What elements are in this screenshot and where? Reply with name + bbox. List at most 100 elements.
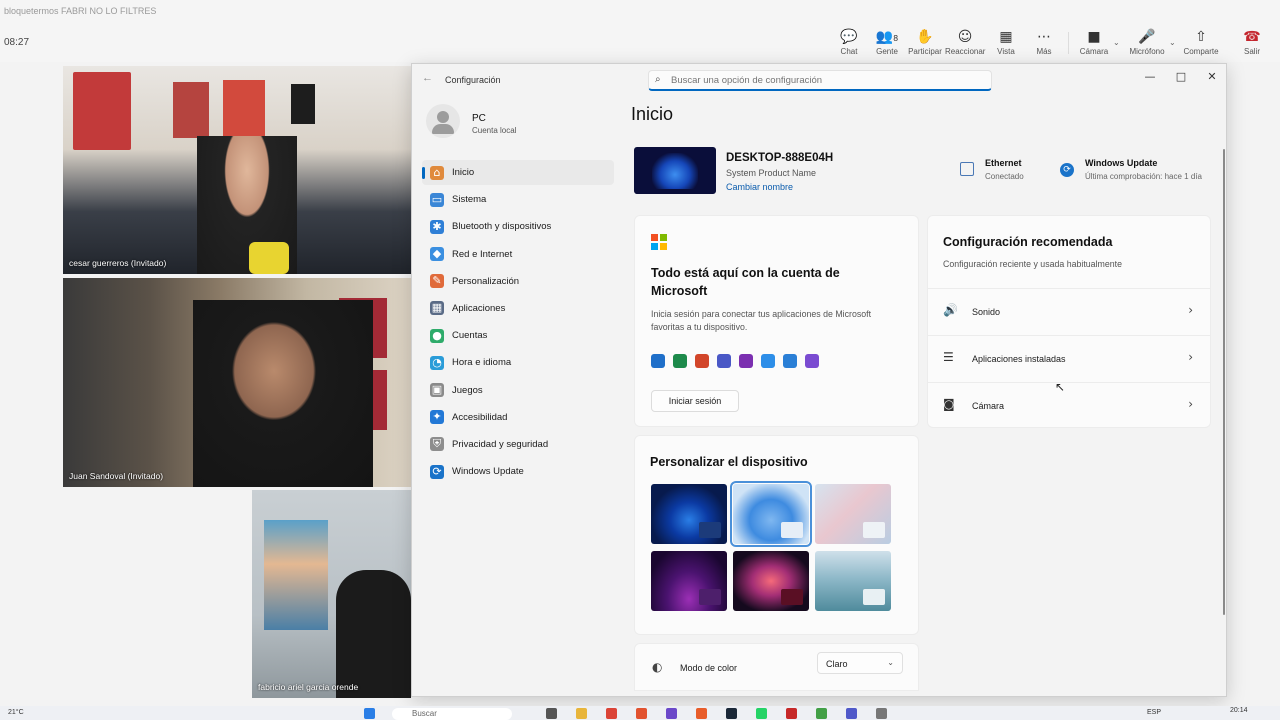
theme-thumbnail-light-bloom[interactable]	[730, 481, 812, 547]
theme-thumbnail-captured-motion[interactable]	[733, 551, 809, 611]
theme-thumbnail-dark-bloom[interactable]	[651, 484, 727, 544]
onenote-icon	[739, 354, 753, 368]
minimize-icon[interactable]: —	[1136, 67, 1164, 87]
react-button[interactable]: ☺ Reaccionar	[945, 28, 985, 60]
settings-gear-icon[interactable]	[876, 708, 887, 719]
recommended-item[interactable]: ☰ Aplicaciones instaladas ›	[928, 335, 1211, 381]
sidebar-item-sistema[interactable]: ▭ Sistema	[422, 187, 614, 212]
poster	[264, 520, 328, 630]
recommended-item[interactable]: 🔊 Sonido ›	[928, 288, 1211, 334]
share-icon: ⇧	[1195, 29, 1207, 45]
microsoft-logo-icon	[651, 234, 667, 250]
sidebar-item-accesibilidad[interactable]: ✦ Accesibilidad	[422, 405, 614, 430]
theme-thumbnail-glow[interactable]	[651, 551, 727, 611]
taskbar: 21°C Buscar ESP 20:14	[0, 706, 1280, 720]
microphone-button[interactable]: 🎤 Micrófono	[1127, 28, 1167, 60]
apps-icon: ▦	[430, 301, 444, 316]
chat-button[interactable]: 💬 Chat	[829, 28, 869, 60]
rename-link[interactable]: Cambiar nombre	[726, 182, 793, 192]
app-icon[interactable]	[666, 708, 677, 719]
taskbar-search[interactable]: Buscar	[392, 708, 512, 720]
clock[interactable]: 20:14	[1230, 707, 1248, 714]
view-button[interactable]: ▦ Vista	[986, 28, 1026, 60]
microsoft-account-card: Todo está aquí con la cuenta de Microsof…	[634, 215, 919, 427]
sidebar-item-aplicaciones[interactable]: ▦ Aplicaciones	[422, 296, 614, 321]
framed-jersey	[223, 80, 265, 144]
steam-icon[interactable]	[726, 708, 737, 719]
sidebar-item-juegos[interactable]: ▣ Juegos	[422, 378, 614, 403]
maximize-icon[interactable]: □	[1167, 67, 1195, 87]
sidebar-item-windows-update[interactable]: ⟳ Windows Update	[422, 459, 614, 484]
microphone-options-chevron-icon[interactable]: ⌄	[1169, 38, 1176, 47]
participant-person	[336, 570, 411, 698]
sidebar-item-cuentas[interactable]: ● Cuentas	[422, 323, 614, 348]
video-tile[interactable]: fabricio ariel garcia orende	[252, 490, 411, 698]
outlook-icon	[651, 354, 665, 368]
weather-widget[interactable]: 21°C	[8, 709, 24, 716]
recommended-item-label: Sonido	[972, 307, 1001, 317]
avatar[interactable]	[426, 104, 460, 138]
toolbar-divider	[1068, 32, 1069, 54]
sidebar-item-label: Privacidad y seguridad	[452, 438, 549, 450]
more-button[interactable]: ⋯ Más	[1024, 28, 1064, 60]
app-icon[interactable]	[816, 708, 827, 719]
device-name: DESKTOP-888E04H	[726, 152, 834, 164]
sidebar-item-bluetooth-y-dispositivos[interactable]: ✱ Bluetooth y dispositivos	[422, 214, 614, 239]
sidebar-item-label: Red e Internet	[452, 248, 513, 260]
video-tile[interactable]: cesar guerreros (Invitado)	[63, 66, 411, 274]
task-view-icon[interactable]	[546, 708, 557, 719]
sidebar-item-hora-e-idioma[interactable]: ◔ Hora e idioma	[422, 350, 614, 375]
color-mode-dropdown[interactable]: Claro ⌄	[817, 652, 903, 674]
share-button[interactable]: ⇧ Comparte	[1181, 28, 1221, 60]
theme-taskbar-preview	[781, 522, 803, 538]
file-explorer-icon[interactable]	[576, 708, 587, 719]
excel-icon	[673, 354, 687, 368]
theme-thumbnail-sunrise[interactable]	[815, 551, 891, 611]
teams-icon[interactable]	[846, 708, 857, 719]
defender-icon	[783, 354, 797, 368]
start-icon[interactable]	[364, 708, 375, 719]
sidebar-item-red-e-internet[interactable]: ◆ Red e Internet	[422, 242, 614, 267]
app-icon[interactable]	[786, 708, 797, 719]
sidebar-item-label: Bluetooth y dispositivos	[452, 221, 552, 233]
camera-icon: ◙	[943, 397, 955, 411]
sidebar-nav: ⌂ Inicio ▭ Sistema ✱ Bluetooth y dispositivos…	[422, 160, 614, 486]
sidebar-item-personalización[interactable]: ✎ Personalización	[422, 269, 614, 294]
brave-icon[interactable]	[636, 708, 647, 719]
search-input[interactable]	[671, 73, 971, 88]
chevron-right-icon: ›	[1188, 303, 1193, 317]
close-icon[interactable]: ✕	[1198, 67, 1226, 87]
sidebar-item-label: Juegos	[452, 384, 483, 396]
title-bar: ← Configuración ⌕ — □ ✕	[412, 64, 1226, 96]
language-indicator[interactable]: ESP	[1147, 709, 1161, 716]
back-arrow-icon[interactable]: ←	[422, 72, 433, 84]
camera-button[interactable]: ■ Cámara	[1074, 28, 1114, 60]
view-grid-icon: ▦	[999, 29, 1013, 45]
theme-thumbnail-flowers[interactable]	[815, 484, 891, 544]
card-subtitle: Configuración reciente y usada habitualm…	[943, 259, 1122, 269]
whatsapp-icon[interactable]	[756, 708, 767, 719]
scrollbar[interactable]	[1223, 149, 1225, 615]
app-icon[interactable]	[696, 708, 707, 719]
card-description: Inicia sesión para conectar tus aplicaci…	[651, 309, 872, 332]
sidebar-item-inicio[interactable]: ⌂ Inicio	[422, 160, 614, 185]
search-icon: ⌕	[655, 74, 661, 85]
theme-taskbar-preview	[699, 522, 721, 538]
video-tile[interactable]: Juan Sandoval (Invitado)	[63, 278, 411, 487]
recommended-item[interactable]: ◙ Cámara ›	[928, 382, 1211, 428]
windows-update-label[interactable]: Windows Update	[1085, 158, 1157, 168]
card-title: Configuración recomendada	[943, 235, 1113, 249]
settings-search-box[interactable]: ⌕	[648, 70, 992, 91]
sidebar-item-label: Accesibilidad	[452, 411, 508, 423]
sidebar-item-privacidad-y-seguridad[interactable]: ⛨ Privacidad y seguridad	[422, 432, 614, 457]
camera-options-chevron-icon[interactable]: ⌄	[1113, 38, 1120, 47]
chrome-icon[interactable]	[606, 708, 617, 719]
device-wallpaper-thumbnail	[634, 147, 716, 194]
windows-update-icon: ⟳	[1060, 163, 1074, 177]
people-button[interactable]: 👥8 Gente	[867, 28, 907, 60]
sign-in-button[interactable]: Iniciar sesión	[651, 390, 739, 412]
emoji-icon: ☺	[957, 29, 973, 45]
raise-hand-button[interactable]: ✋ Participar	[905, 28, 945, 60]
leave-button[interactable]: ☎ Salir	[1232, 28, 1272, 60]
ethernet-label[interactable]: Ethernet	[985, 158, 1022, 168]
